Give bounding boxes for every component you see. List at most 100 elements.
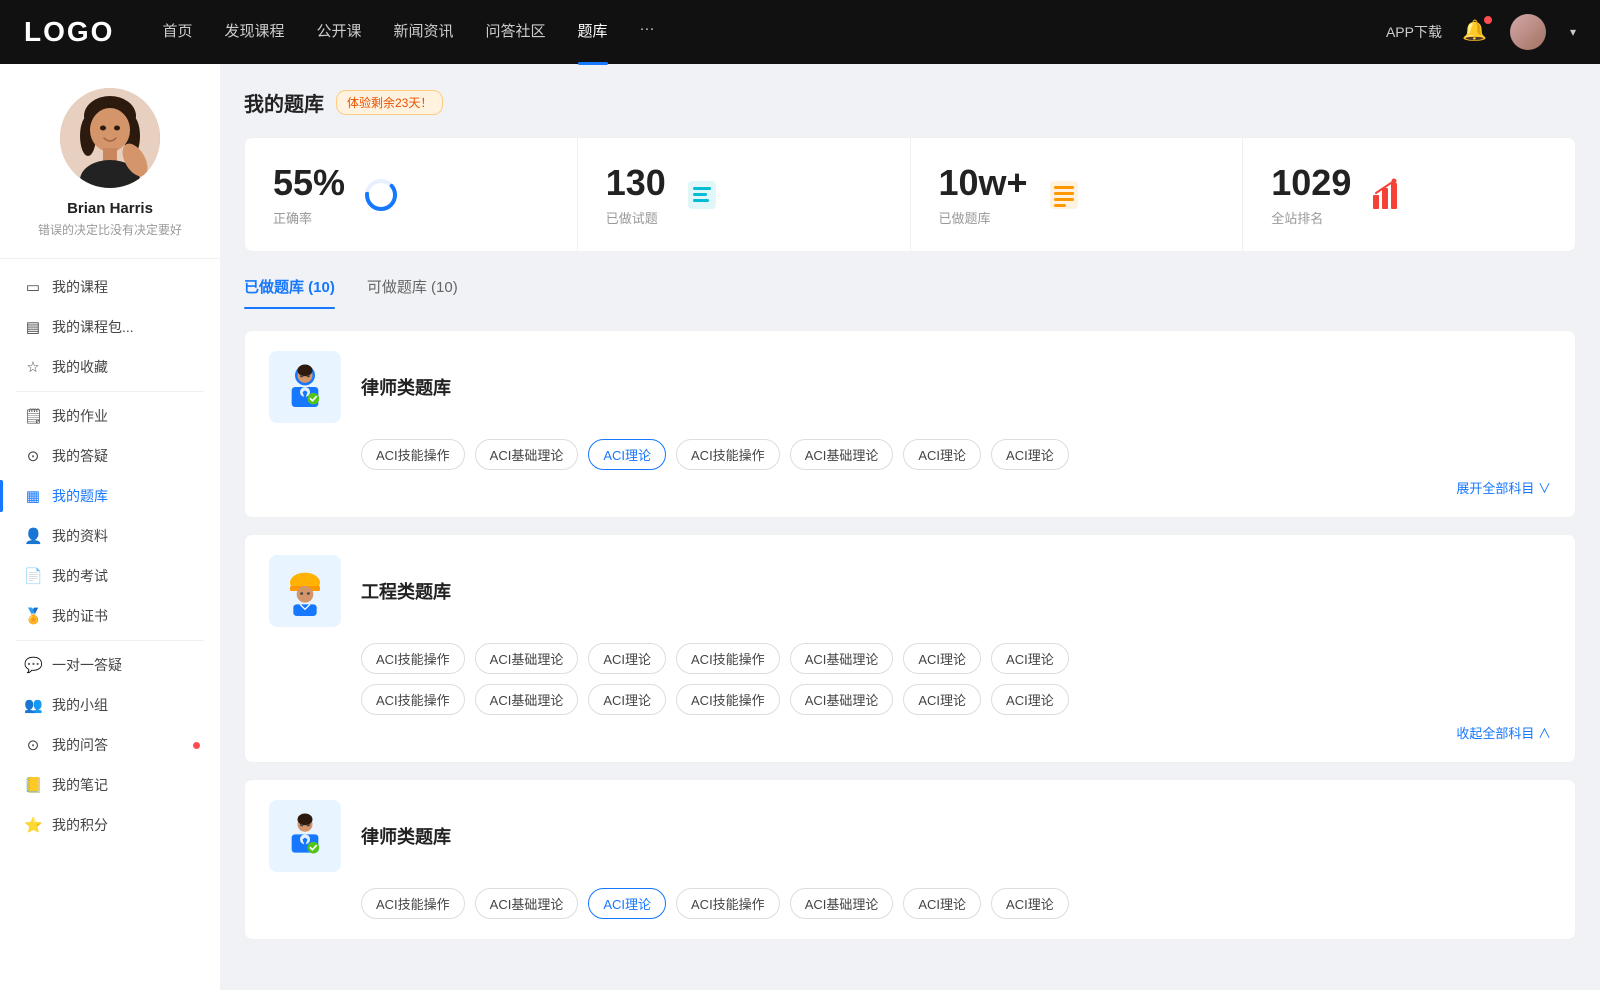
tags-row-2a: ACI技能操作 ACI基础理论 ACI理论 ACI技能操作 ACI基础理论 AC… xyxy=(361,643,1551,674)
favorites-icon: ☆ xyxy=(24,358,42,376)
nav-open-course[interactable]: 公开课 xyxy=(316,20,361,45)
tag[interactable]: ACI基础理论 xyxy=(475,888,579,919)
sidebar-item-label: 我的收藏 xyxy=(52,357,108,377)
sidebar-item-quiz-bank[interactable]: ▦ 我的题库 xyxy=(0,476,220,516)
tag-active[interactable]: ACI理论 xyxy=(588,439,666,470)
stat-ranking: 1029 全站排名 xyxy=(1243,138,1575,251)
tag[interactable]: ACI理论 xyxy=(903,684,981,715)
tag[interactable]: ACI理论 xyxy=(588,684,666,715)
user-motto: 错误的决定比没有决定要好 xyxy=(16,221,204,238)
sidebar-item-qa[interactable]: ⊙ 我的答疑 xyxy=(0,436,220,476)
sidebar-item-course[interactable]: ▭ 我的课程 xyxy=(0,267,220,307)
sidebar-item-label: 我的课程包... xyxy=(52,317,134,337)
sidebar-item-course-package[interactable]: ▤ 我的课程包... xyxy=(0,307,220,347)
tag[interactable]: ACI理论 xyxy=(588,643,666,674)
avatar-image xyxy=(1510,14,1546,50)
accuracy-label: 正确率 xyxy=(273,208,345,227)
tab-available[interactable]: 可做题库 (10) xyxy=(367,276,458,309)
sidebar-item-label: 我的证书 xyxy=(52,606,108,626)
nav-news[interactable]: 新闻资讯 xyxy=(394,20,454,45)
nav-qa[interactable]: 问答社区 xyxy=(486,20,546,45)
sidebar-item-favorites[interactable]: ☆ 我的收藏 xyxy=(0,347,220,387)
tag[interactable]: ACI基础理论 xyxy=(475,643,579,674)
tag[interactable]: ACI理论 xyxy=(903,439,981,470)
navbar: LOGO 首页 发现课程 公开课 新闻资讯 问答社区 题库 ··· APP下载 … xyxy=(0,0,1600,64)
app-download-link[interactable]: APP下载 xyxy=(1386,22,1442,42)
sidebar-item-label: 我的资料 xyxy=(52,526,108,546)
tag[interactable]: ACI基础理论 xyxy=(475,439,579,470)
nav-discover[interactable]: 发现课程 xyxy=(224,20,284,45)
tag[interactable]: ACI技能操作 xyxy=(361,888,465,919)
sidebar-item-label: 我的答疑 xyxy=(52,446,108,466)
certificate-icon: 🏅 xyxy=(24,607,42,625)
page-title: 我的题库 xyxy=(244,88,324,117)
tag[interactable]: ACI技能操作 xyxy=(676,684,780,715)
tab-done[interactable]: 已做题库 (10) xyxy=(244,276,335,309)
sidebar-item-exam[interactable]: 📄 我的考试 xyxy=(0,556,220,596)
accuracy-value: 55% xyxy=(273,162,345,204)
tag[interactable]: ACI理论 xyxy=(903,643,981,674)
tag[interactable]: ACI技能操作 xyxy=(361,439,465,470)
exercises-label: 已做试题 xyxy=(606,208,666,227)
tag[interactable]: ACI技能操作 xyxy=(361,684,465,715)
bank-icon-engineer xyxy=(269,555,341,627)
tag[interactable]: ACI技能操作 xyxy=(676,888,780,919)
course-package-icon: ▤ xyxy=(24,318,42,336)
sidebar-item-label: 我的问答 xyxy=(52,735,108,755)
sidebar-item-certificate[interactable]: 🏅 我的证书 xyxy=(0,596,220,636)
ranking-value: 1029 xyxy=(1271,162,1351,204)
stats-row: 55% 正确率 130 已做试题 xyxy=(244,137,1576,252)
tag[interactable]: ACI理论 xyxy=(991,684,1069,715)
banks-icon xyxy=(1044,175,1084,215)
tag[interactable]: ACI理论 xyxy=(991,888,1069,919)
sidebar-item-questions[interactable]: ⊙ 我的问答 xyxy=(0,725,220,765)
user-avatar[interactable] xyxy=(1510,14,1546,50)
tag[interactable]: ACI基础理论 xyxy=(790,888,894,919)
expand-link-1[interactable]: 展开全部科目 ∨ xyxy=(269,478,1551,497)
tag[interactable]: ACI理论 xyxy=(991,439,1069,470)
bank-icon-lawyer-2 xyxy=(269,800,341,872)
tag[interactable]: ACI理论 xyxy=(991,643,1069,674)
tag[interactable]: ACI技能操作 xyxy=(676,643,780,674)
menu-divider-2 xyxy=(16,640,204,641)
sidebar-item-homework[interactable]: 🗒 我的作业 xyxy=(0,396,220,436)
tag[interactable]: ACI基础理论 xyxy=(790,439,894,470)
tag[interactable]: ACI技能操作 xyxy=(676,439,780,470)
sidebar-item-group[interactable]: 👥 我的小组 xyxy=(0,685,220,725)
avatar-chevron-icon[interactable]: ▾ xyxy=(1570,25,1576,39)
tag[interactable]: ACI基础理论 xyxy=(475,684,579,715)
nav-quiz[interactable]: 题库 xyxy=(578,20,608,45)
course-icon: ▭ xyxy=(24,278,42,296)
sidebar-item-profile[interactable]: 👤 我的资料 xyxy=(0,516,220,556)
stat-banks: 10w+ 已做题库 xyxy=(911,138,1244,251)
tag[interactable]: ACI理论 xyxy=(903,888,981,919)
accuracy-icon xyxy=(361,175,401,215)
tabs-row: 已做题库 (10) 可做题库 (10) xyxy=(244,276,1576,310)
bank-icon-lawyer xyxy=(269,351,341,423)
banks-value: 10w+ xyxy=(939,162,1028,204)
tutor-icon: 💬 xyxy=(24,656,42,674)
nav-more[interactable]: ··· xyxy=(640,20,655,45)
sidebar-item-points[interactable]: ⭐ 我的积分 xyxy=(0,805,220,845)
tags-row-1: ACI技能操作 ACI基础理论 ACI理论 ACI技能操作 ACI基础理论 AC… xyxy=(361,439,1551,470)
tag[interactable]: ACI技能操作 xyxy=(361,643,465,674)
bank-card-header: 工程类题库 xyxy=(269,555,1551,627)
sidebar-item-notes[interactable]: 📒 我的笔记 xyxy=(0,765,220,805)
bell-button[interactable]: 🔔 xyxy=(1462,18,1490,46)
bank-card-header: 律师类题库 xyxy=(269,351,1551,423)
group-icon: 👥 xyxy=(24,696,42,714)
tag-active[interactable]: ACI理论 xyxy=(588,888,666,919)
menu-divider-1 xyxy=(16,391,204,392)
sidebar: Brian Harris 错误的决定比没有决定要好 ▭ 我的课程 ▤ 我的课程包… xyxy=(0,64,220,990)
sidebar-item-tutor[interactable]: 💬 一对一答疑 xyxy=(0,645,220,685)
tag[interactable]: ACI基础理论 xyxy=(790,643,894,674)
collapse-link-2[interactable]: 收起全部科目 ∧ xyxy=(269,723,1551,742)
tag[interactable]: ACI基础理论 xyxy=(790,684,894,715)
stat-exercises: 130 已做试题 xyxy=(578,138,911,251)
bank-title: 工程类题库 xyxy=(361,578,451,604)
qa-icon: ⊙ xyxy=(24,447,42,465)
nav-home[interactable]: 首页 xyxy=(162,20,192,45)
profile-icon: 👤 xyxy=(24,527,42,545)
questions-icon: ⊙ xyxy=(24,736,42,754)
bank-card-header: 律师类题库 xyxy=(269,800,1551,872)
